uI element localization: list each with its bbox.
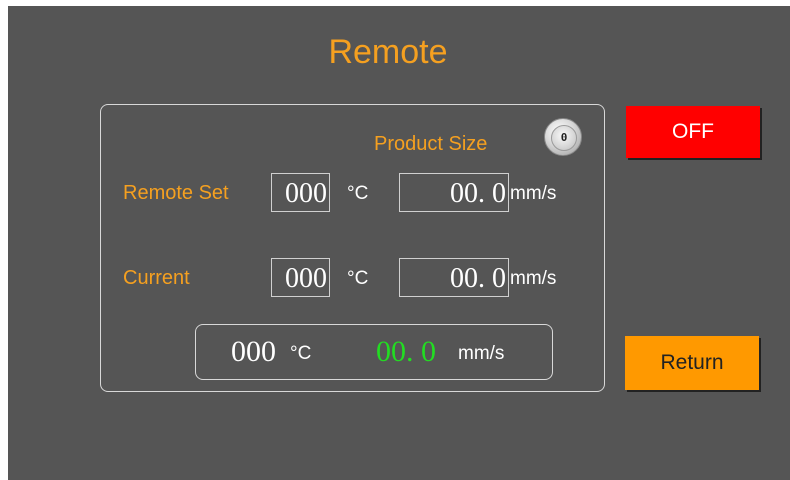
page-title: Remote: [328, 33, 448, 71]
remote-set-speed-field[interactable]: 00. 0: [399, 173, 509, 212]
current-temperature-unit: °C: [347, 268, 369, 289]
product-size-label: Product Size: [374, 133, 488, 155]
return-button[interactable]: Return: [625, 336, 759, 390]
remote-set-temperature-field[interactable]: 000: [271, 173, 330, 212]
summary-speed-unit: mm/s: [458, 343, 505, 364]
remote-panel: Product Size 0 Remote Set 000 °C 00. 0 m…: [100, 104, 605, 392]
off-button[interactable]: OFF: [626, 106, 760, 158]
summary-temperature: 000: [231, 335, 276, 368]
product-size-value: 0: [551, 125, 577, 151]
summary-temperature-unit: °C: [290, 343, 312, 364]
remote-set-temperature-unit: °C: [347, 183, 369, 204]
product-size-selector[interactable]: 0: [544, 118, 582, 156]
current-speed-display: 00. 0: [399, 258, 509, 297]
summary-speed: 00. 0: [376, 335, 436, 368]
current-temperature-display: 000: [271, 258, 330, 297]
summary-readout: 000 °C 00. 0 mm/s: [195, 324, 553, 380]
remote-set-label: Remote Set: [123, 182, 229, 204]
current-speed-unit: mm/s: [510, 268, 557, 289]
current-label: Current: [123, 267, 190, 289]
remote-set-speed-unit: mm/s: [510, 183, 557, 204]
hmi-screen: Remote Product Size 0 Remote Set 000 °C …: [8, 6, 790, 480]
